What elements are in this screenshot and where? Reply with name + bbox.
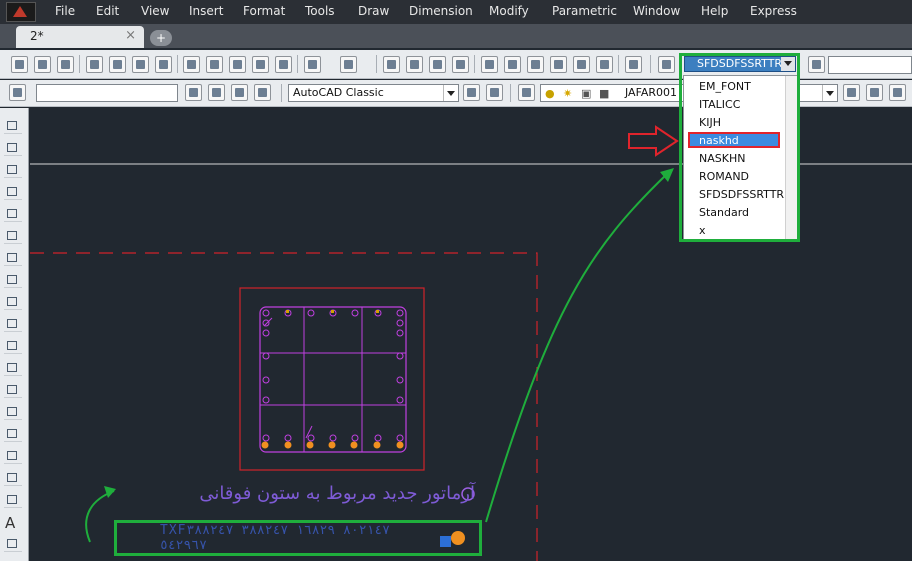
layer-name: JAFAR001	[625, 86, 678, 99]
menu-draw[interactable]: Draw	[358, 4, 389, 18]
red-arrow-icon	[628, 125, 679, 157]
point-icon[interactable]	[4, 404, 22, 420]
menu-window[interactable]: Window	[633, 4, 680, 18]
app-icon[interactable]	[6, 2, 36, 22]
circle-icon[interactable]	[4, 250, 22, 266]
block-edit-icon[interactable]	[254, 84, 271, 101]
menu-parametric[interactable]: Parametric	[552, 4, 617, 18]
sun-icon[interactable]: ✷	[563, 86, 572, 102]
draw-toolbar: A	[0, 108, 29, 561]
tool-palettes-icon[interactable]	[527, 56, 544, 73]
menu-edit[interactable]: Edit	[96, 4, 119, 18]
menu-dimension[interactable]: Dimension	[409, 4, 473, 18]
document-tab[interactable]: 2* ×	[16, 26, 144, 48]
workspace-combo[interactable]: AutoCAD Classic	[288, 84, 459, 102]
layer-properties-icon[interactable]	[518, 84, 535, 101]
match-properties-icon[interactable]	[275, 56, 292, 73]
make-current-layer-icon[interactable]	[843, 84, 860, 101]
menu-file[interactable]: File	[55, 4, 75, 18]
tab-label: 2*	[30, 29, 44, 43]
block-remove-icon[interactable]	[231, 84, 248, 101]
line-icon[interactable]	[4, 118, 22, 134]
print-icon[interactable]	[86, 56, 103, 73]
calculator-icon[interactable]	[596, 56, 613, 73]
ellipse-arc-icon[interactable]	[4, 338, 22, 354]
menu-tools[interactable]: Tools	[305, 4, 335, 18]
close-icon[interactable]: ×	[125, 28, 136, 43]
properties-icon[interactable]	[481, 56, 498, 73]
block-insert-icon[interactable]	[185, 84, 202, 101]
pan-icon[interactable]	[383, 56, 400, 73]
menu-view[interactable]: View	[141, 4, 169, 18]
paste-block-icon[interactable]	[252, 56, 269, 73]
markup-icon[interactable]	[573, 56, 590, 73]
layer-previous-icon[interactable]	[866, 84, 883, 101]
bottom-garbled-text: TXF٨٠٢١٤٧ ١٦٨٢٩ ٣٨٨٢٤٧ ٣٨٨٢٤٧ ٥٤٢٩٦٧	[160, 523, 391, 553]
zoom-window-icon[interactable]	[429, 56, 446, 73]
region-icon[interactable]	[4, 470, 22, 486]
construction-line-icon[interactable]	[4, 140, 22, 156]
gradient-icon[interactable]	[4, 448, 22, 464]
annotation-highlight-box	[679, 53, 800, 242]
new-icon[interactable]	[11, 56, 28, 73]
arc-icon[interactable]	[4, 228, 22, 244]
cut-icon[interactable]	[183, 56, 200, 73]
new-tab-button[interactable]: +	[150, 30, 172, 46]
save-icon[interactable]	[57, 56, 74, 73]
dimension-style-combo[interactable]	[828, 56, 912, 74]
block-attribute-icon[interactable]	[208, 84, 225, 101]
polyline-icon[interactable]	[4, 162, 22, 178]
hatch-icon[interactable]	[4, 426, 22, 442]
menu-modify[interactable]: Modify	[489, 4, 529, 18]
copy-icon[interactable]	[206, 56, 223, 73]
zoom-realtime-icon[interactable]	[406, 56, 423, 73]
edit-icon[interactable]	[9, 84, 26, 101]
menu-help[interactable]: Help	[701, 4, 728, 18]
undo-icon[interactable]	[304, 56, 321, 73]
print-preview-icon[interactable]	[109, 56, 126, 73]
open-icon[interactable]	[34, 56, 51, 73]
layer-states-icon[interactable]	[889, 84, 906, 101]
publish-icon[interactable]	[132, 56, 149, 73]
chevron-down-icon[interactable]	[443, 85, 458, 101]
make-block-icon[interactable]	[4, 382, 22, 398]
chevron-down-icon[interactable]	[822, 85, 837, 101]
polygon-icon[interactable]	[4, 184, 22, 200]
help-icon[interactable]	[625, 56, 642, 73]
lock-icon[interactable]: ▣	[581, 86, 591, 102]
revision-cloud-icon[interactable]	[4, 272, 22, 288]
text-style-icon[interactable]	[658, 56, 675, 73]
add-selected-icon[interactable]	[4, 536, 22, 552]
spline-icon[interactable]	[4, 294, 22, 310]
menu-express[interactable]: Express	[750, 4, 797, 18]
dimension-style-icon[interactable]	[808, 56, 825, 73]
workspace-settings-icon[interactable]	[486, 84, 503, 101]
publish-web-icon[interactable]	[155, 56, 172, 73]
insert-block-icon[interactable]	[4, 360, 22, 376]
workspace-value: AutoCAD Classic	[293, 86, 384, 99]
persian-annotation-text: آرماتور جدید مربوط به ستون فوقانی	[199, 483, 475, 504]
zoom-previous-icon[interactable]	[452, 56, 469, 73]
paste-icon[interactable]	[229, 56, 246, 73]
rectangle-icon[interactable]	[4, 206, 22, 222]
menu-bar: File Edit View Insert Format Tools Draw …	[0, 0, 912, 24]
table-icon[interactable]	[4, 492, 22, 508]
redo-icon[interactable]	[340, 56, 357, 73]
gear-icon[interactable]	[463, 84, 480, 101]
layer-color-icon: ■	[599, 87, 610, 100]
sheet-set-icon[interactable]	[550, 56, 567, 73]
design-center-icon[interactable]	[504, 56, 521, 73]
lightbulb-icon[interactable]: ●	[545, 86, 555, 102]
menu-insert[interactable]: Insert	[189, 4, 223, 18]
text-icon[interactable]: A	[5, 514, 15, 532]
named-view-combo[interactable]	[36, 84, 178, 102]
ellipse-icon[interactable]	[4, 316, 22, 332]
menu-format[interactable]: Format	[243, 4, 285, 18]
